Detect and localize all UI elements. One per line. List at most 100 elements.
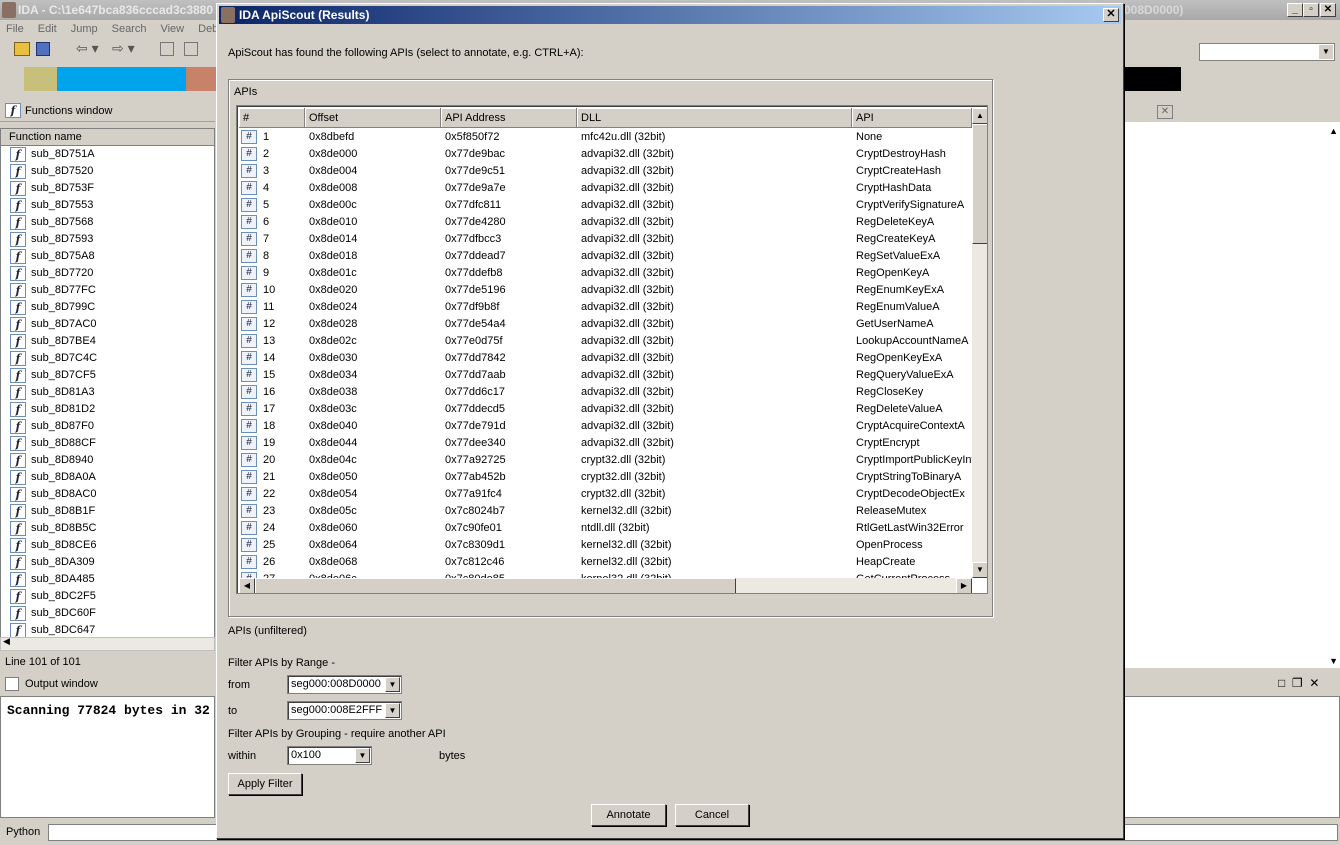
function-list-item[interactable]: f sub_8D8940 (1, 452, 214, 469)
function-list-item[interactable]: f sub_8D7BE4 (1, 333, 214, 350)
table-row[interactable]: #1 0x8dbefd 0x5f850f72 mfc42u.dll (32bit) No… (239, 129, 972, 146)
scroll-up-icon[interactable]: ▲ (972, 108, 987, 124)
function-list-item[interactable]: f sub_8D7C4C (1, 350, 214, 367)
table-row[interactable]: #22 0x8de054 0x77a91fc4 crypt32.dll (32bit)… (239, 486, 972, 503)
function-list-item[interactable]: f sub_8D81D2 (1, 401, 214, 418)
table-row[interactable]: #5 0x8de00c 0x77dfc811 advapi32.dll (32bit)… (239, 197, 972, 214)
to-combobox[interactable]: seg000:008E2FFF ▼ (287, 701, 402, 720)
table-row[interactable]: #12 0x8de028 0x77de54a4 advapi32.dll (32bit… (239, 316, 972, 333)
function-list-item[interactable]: f sub_8DC2F5 (1, 588, 214, 605)
table-row[interactable]: #24 0x8de060 0x7c90fe01 ntdll.dll (32bit) Rt… (239, 520, 972, 537)
table-row[interactable]: #15 0x8de034 0x77dd7aab advapi32.dll (32bit… (239, 367, 972, 384)
functions-hscrollbar[interactable]: ◀ (0, 636, 215, 651)
table-row[interactable]: #8 0x8de018 0x77ddead7 advapi32.dll (32bit)… (239, 248, 972, 265)
function-list-item[interactable]: f sub_8D7AC0 (1, 316, 214, 333)
dialog-close-icon[interactable]: ✕ (1103, 8, 1119, 22)
table-row[interactable]: #14 0x8de030 0x77dd7842 advapi32.dll (32bit… (239, 350, 972, 367)
table-row[interactable]: #23 0x8de05c 0x7c8024b7 kernel32.dll (32bit… (239, 503, 972, 520)
function-list-item[interactable]: f sub_8D753F (1, 180, 214, 197)
forward-arrow-icon[interactable]: ⇨ ▾ (112, 40, 135, 57)
scroll-down-icon[interactable]: ▼ (972, 562, 987, 578)
function-list-item[interactable]: f sub_8DA309 (1, 554, 214, 571)
output-close-icon[interactable]: ✕ (1309, 676, 1319, 690)
function-list-item[interactable]: f sub_8D7568 (1, 214, 214, 231)
table-hscrollbar[interactable]: ◀ ▶ (239, 578, 972, 593)
chevron-down-icon[interactable]: ▼ (355, 748, 370, 763)
function-list-item[interactable]: f sub_8D7720 (1, 265, 214, 282)
right-scroll-up-icon[interactable]: ▲ (1329, 126, 1338, 136)
vscroll-thumb[interactable] (972, 124, 987, 244)
back-arrow-icon[interactable]: ⇦ ▾ (76, 40, 99, 57)
menu-jump[interactable]: Jump (71, 23, 98, 35)
table-row[interactable]: #9 0x8de01c 0x77ddefb8 advapi32.dll (32bit)… (239, 265, 972, 282)
function-list-item[interactable]: f sub_8D77FC (1, 282, 214, 299)
table-row[interactable]: #10 0x8de020 0x77de5196 advapi32.dll (32bit… (239, 282, 972, 299)
table-row[interactable]: #20 0x8de04c 0x77a92725 crypt32.dll (32bit)… (239, 452, 972, 469)
table-row[interactable]: #6 0x8de010 0x77de4280 advapi32.dll (32bit)… (239, 214, 972, 231)
table-row[interactable]: #13 0x8de02c 0x77e0d75f advapi32.dll (32bit… (239, 333, 972, 350)
function-list-item[interactable]: f sub_8DC60F (1, 605, 214, 622)
function-list-item[interactable]: f sub_8D799C (1, 299, 214, 316)
table-row[interactable]: #19 0x8de044 0x77dee340 advapi32.dll (32bit… (239, 435, 972, 452)
function-list-item[interactable]: f sub_8D7520 (1, 163, 214, 180)
from-combobox[interactable]: seg000:008D0000 ▼ (287, 675, 402, 694)
table-row[interactable]: #17 0x8de03c 0x77ddecd5 advapi32.dll (32bit… (239, 401, 972, 418)
function-list-item[interactable]: f sub_8D8CE6 (1, 537, 214, 554)
annotate-button[interactable]: Annotate (591, 804, 666, 826)
restore-icon[interactable]: ▫ (1303, 3, 1319, 17)
function-list-item[interactable]: f sub_8D751A (1, 146, 214, 163)
cancel-button[interactable]: Cancel (675, 804, 749, 826)
function-list-item[interactable]: f sub_8DA485 (1, 571, 214, 588)
table-row[interactable]: #11 0x8de024 0x77df9b8f advapi32.dll (32bit… (239, 299, 972, 316)
function-list-item[interactable]: f sub_8D8B1F (1, 503, 214, 520)
function-list-item[interactable]: f sub_8D8B5C (1, 520, 214, 537)
graph-icon[interactable] (160, 42, 174, 56)
function-list-item[interactable]: f sub_8D7593 (1, 231, 214, 248)
table-row[interactable]: #4 0x8de008 0x77de9a7e advapi32.dll (32bit)… (239, 180, 972, 197)
table-row[interactable]: #18 0x8de040 0x77de791d advapi32.dll (32bit… (239, 418, 972, 435)
table-row[interactable]: #3 0x8de004 0x77de9c51 advapi32.dll (32bit)… (239, 163, 972, 180)
apply-filter-button[interactable]: Apply Filter (228, 773, 302, 795)
output-minimize-icon[interactable]: □ (1278, 676, 1285, 690)
save-icon[interactable] (36, 42, 50, 56)
scroll-right-icon[interactable]: ▶ (956, 578, 972, 593)
menu-search[interactable]: Search (112, 23, 147, 35)
function-name-column-header[interactable]: Function name (1, 129, 214, 146)
table-row[interactable]: #26 0x8de068 0x7c812c46 kernel32.dll (32bit… (239, 554, 972, 571)
toolbar-dropdown[interactable]: ▼ (1199, 43, 1335, 61)
col-header-api[interactable]: API (852, 108, 972, 128)
table-vscrollbar[interactable]: ▲ ▼ (972, 108, 987, 578)
function-list-item[interactable]: f sub_8D7553 (1, 197, 214, 214)
minimize-icon[interactable]: _ (1287, 3, 1303, 17)
function-list-item[interactable]: f sub_8D88CF (1, 435, 214, 452)
menu-edit[interactable]: Edit (38, 23, 57, 35)
output-restore-icon[interactable]: ❐ (1292, 676, 1303, 690)
menu-file[interactable]: File (6, 23, 24, 35)
scroll-left-icon[interactable]: ◀ (239, 578, 255, 593)
function-list-item[interactable]: f sub_8D7CF5 (1, 367, 214, 384)
table-row[interactable]: #21 0x8de050 0x77ab452b crypt32.dll (32bit)… (239, 469, 972, 486)
chevron-down-icon[interactable]: ▼ (385, 703, 400, 718)
tab-close-icon[interactable]: ✕ (1157, 105, 1173, 119)
col-header-number[interactable]: # (239, 108, 305, 128)
function-list-item[interactable]: f sub_8D8A0A (1, 469, 214, 486)
table-row[interactable]: #16 0x8de038 0x77dd6c17 advapi32.dll (32bit… (239, 384, 972, 401)
table-row[interactable]: #270x8de06c0x7c80de85kernel32.dll (32bit… (239, 571, 972, 578)
menu-view[interactable]: View (160, 23, 184, 35)
col-header-dll[interactable]: DLL (577, 108, 852, 128)
structs-icon[interactable] (184, 42, 198, 56)
hscroll-thumb[interactable] (255, 578, 736, 593)
function-list-item[interactable]: f sub_8D8AC0 (1, 486, 214, 503)
function-list-item[interactable]: f sub_8D87F0 (1, 418, 214, 435)
function-list-item[interactable]: f sub_8D81A3 (1, 384, 214, 401)
function-list-item[interactable]: f sub_8D75A8 (1, 248, 214, 265)
col-header-api-address[interactable]: API Address (441, 108, 577, 128)
close-icon[interactable]: ✕ (1320, 3, 1336, 17)
table-row[interactable]: #25 0x8de064 0x7c8309d1 kernel32.dll (32bit… (239, 537, 972, 554)
within-combobox[interactable]: 0x100 ▼ (287, 746, 372, 765)
col-header-offset[interactable]: Offset (305, 108, 441, 128)
table-row[interactable]: #7 0x8de014 0x77dfbcc3 advapi32.dll (32bit)… (239, 231, 972, 248)
chevron-down-icon[interactable]: ▼ (385, 677, 400, 692)
right-scroll-down-icon[interactable]: ▼ (1329, 656, 1338, 666)
open-folder-icon[interactable] (14, 42, 30, 56)
